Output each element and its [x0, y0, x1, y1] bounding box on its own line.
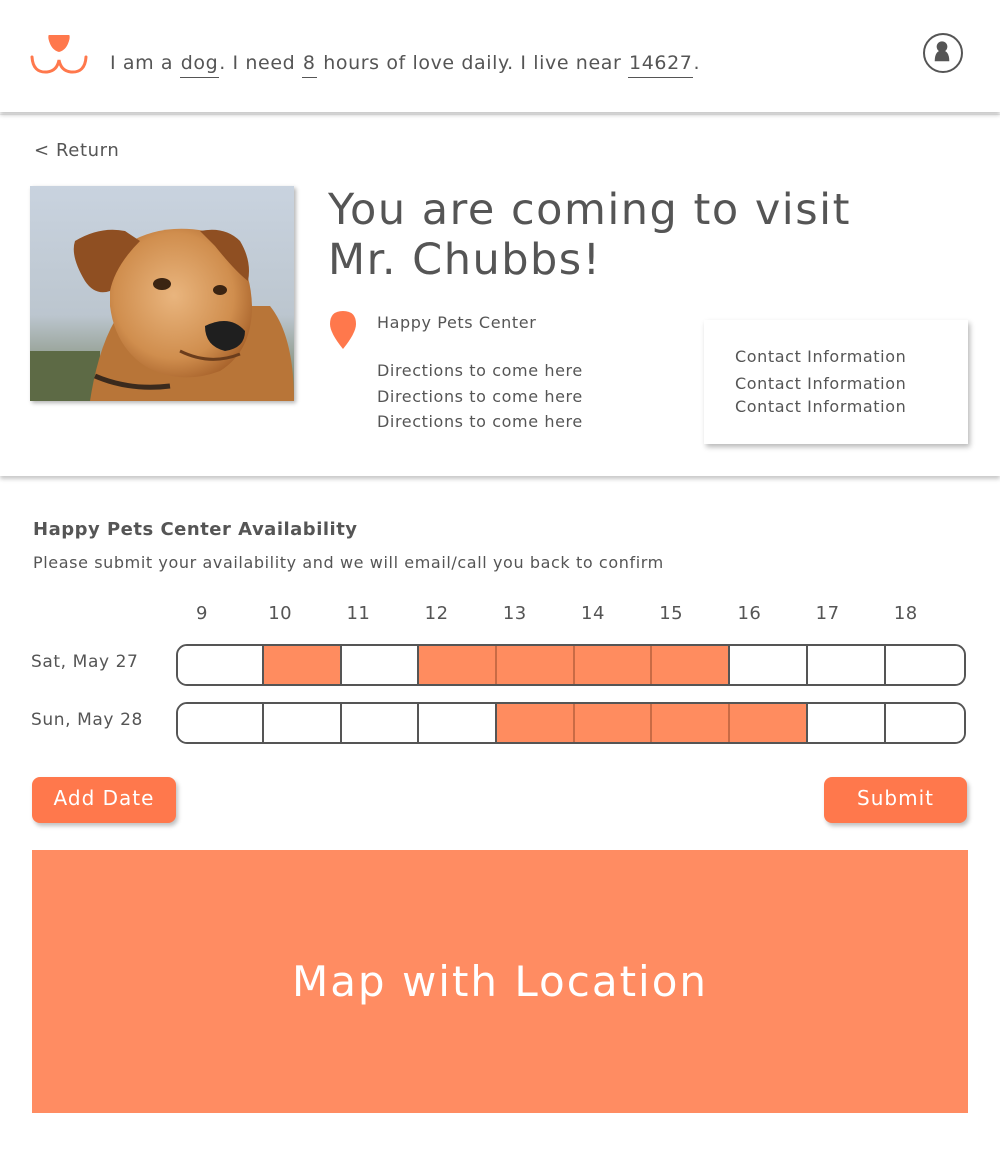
top-header: I am a dog. I need 8 hours of love daily…: [0, 0, 1000, 112]
contact-info-box: Contact Information Contact Information …: [704, 320, 968, 444]
hour-label: 14: [581, 603, 605, 624]
day-label: Sat, May 27: [31, 652, 139, 672]
day-availability-row: [176, 702, 966, 744]
hour-label: 12: [424, 603, 449, 624]
add-date-button[interactable]: Add Date: [32, 777, 176, 823]
contact-line: Contact Information: [735, 347, 907, 366]
time-slot[interactable]: [808, 704, 886, 742]
time-slot[interactable]: [886, 704, 964, 742]
zip-input[interactable]: 14627: [628, 52, 694, 78]
user-icon: [934, 41, 950, 62]
time-slot[interactable]: [419, 646, 497, 684]
submit-button[interactable]: Submit: [824, 777, 967, 823]
animal-selector[interactable]: dog: [179, 52, 220, 78]
time-slot[interactable]: [652, 704, 730, 742]
contact-line: Contact Information: [735, 374, 907, 393]
hour-label: 15: [659, 603, 684, 624]
time-slot[interactable]: [652, 646, 730, 684]
time-slot[interactable]: [342, 646, 419, 684]
time-slot[interactable]: [497, 704, 575, 742]
time-slot[interactable]: [342, 704, 419, 742]
time-slot[interactable]: [575, 704, 652, 742]
contact-line: Contact Information: [735, 397, 907, 416]
availability-subtitle: Please submit your availability and we w…: [33, 553, 664, 572]
time-slot[interactable]: [264, 704, 342, 742]
time-slot[interactable]: [575, 646, 652, 684]
day-label: Sun, May 28: [31, 710, 143, 730]
hour-label: 17: [815, 603, 840, 624]
sentence-text-4: .: [693, 52, 701, 74]
hours-selector[interactable]: 8: [301, 52, 317, 78]
sentence-text-2: . I need: [219, 52, 302, 74]
sentence-text-1: I am a: [110, 52, 180, 74]
hour-label: 16: [737, 603, 762, 624]
time-slot[interactable]: [886, 646, 964, 684]
directions-line: Directions to come here: [377, 361, 583, 380]
time-slot[interactable]: [808, 646, 886, 684]
visit-card: < Return You are coming to visit Mr. Chu…: [0, 114, 1000, 476]
hour-label: 10: [268, 603, 293, 624]
location-map[interactable]: Map with Location: [32, 850, 968, 1113]
time-slot[interactable]: [730, 646, 808, 684]
time-slot[interactable]: [264, 646, 342, 684]
paw-smile-logo-icon[interactable]: [30, 33, 88, 75]
hour-label: 18: [893, 603, 918, 624]
dog-photo: [30, 186, 294, 401]
hour-label: 9: [196, 603, 208, 624]
directions-line: Directions to come here: [377, 412, 583, 431]
time-slot[interactable]: [730, 704, 808, 742]
page-title: You are coming to visit Mr. Chubbs!: [328, 185, 851, 285]
map-pin-icon: [330, 311, 356, 349]
sentence-text-3: hours of love daily. I live near: [316, 52, 629, 74]
time-slot[interactable]: [419, 704, 497, 742]
preference-sentence: I am a dog. I need 8 hours of love daily…: [110, 52, 700, 78]
availability-title: Happy Pets Center Availability: [33, 519, 358, 540]
return-link[interactable]: < Return: [34, 140, 119, 161]
map-label: Map with Location: [291, 957, 709, 1006]
day-availability-row: [176, 644, 966, 686]
hour-label: 11: [346, 603, 371, 624]
hour-label: 13: [502, 603, 527, 624]
time-slot[interactable]: [178, 646, 264, 684]
center-name: Happy Pets Center: [377, 313, 537, 332]
directions-line: Directions to come here: [377, 386, 583, 406]
time-slot[interactable]: [178, 704, 264, 742]
time-slot[interactable]: [497, 646, 575, 684]
user-avatar-button[interactable]: [923, 33, 963, 73]
directions-list: Directions to come here Directions to co…: [377, 358, 583, 435]
